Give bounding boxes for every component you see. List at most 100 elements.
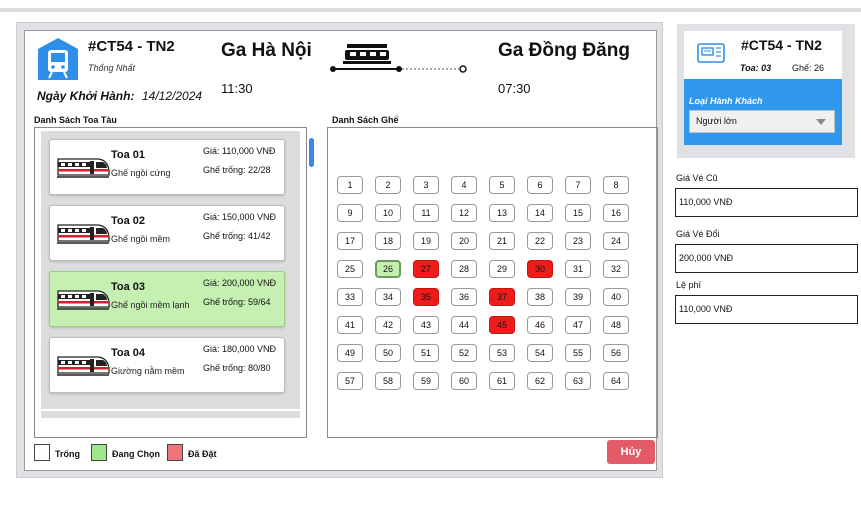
ticket-coach: Toa: 03 [740,63,772,73]
seat-3[interactable]: 3 [413,176,439,194]
coach-list-scrollbar[interactable] [309,138,314,167]
seat-16[interactable]: 16 [603,204,629,222]
seat-26[interactable]: 26 [375,260,401,278]
seat-32[interactable]: 32 [603,260,629,278]
train-car-icon [56,285,110,311]
departure-station: Ga Hà Nội [221,40,312,61]
seat-11[interactable]: 11 [413,204,439,222]
seat-13[interactable]: 13 [489,204,515,222]
seat-15[interactable]: 15 [565,204,591,222]
cancel-button[interactable]: Hủy [607,440,655,464]
seat-33[interactable]: 33 [337,288,363,306]
old-price-field: 110,000 VNĐ [675,188,858,217]
coach-free-seats: Ghế trống: 80/80 [203,363,271,373]
seat-39[interactable]: 39 [565,288,591,306]
passenger-type-select[interactable]: Người lớn [689,110,835,133]
seat-18[interactable]: 18 [375,232,401,250]
coach-card[interactable]: Toa 02 Ghế ngồi mềm Giá: 150,000 VNĐ Ghế tr… [49,205,285,261]
seat-8[interactable]: 8 [603,176,629,194]
seat-59[interactable]: 59 [413,372,439,390]
coach-card[interactable]: Toa 04 Giường nằm mềm Giá: 180,000 VNĐ Ghế … [49,337,285,393]
seat-grid: 1 2 3 4 5 6 7 8 9 10 11 12 13 14 15 16 17 18 19 20 21 22 23 24 2… [327,127,658,438]
seat-42[interactable]: 42 [375,316,401,334]
seat-63[interactable]: 63 [565,372,591,390]
seat-9[interactable]: 9 [337,204,363,222]
seat-55[interactable]: 55 [565,344,591,362]
legend-booked-swatch [167,444,183,461]
seat-12[interactable]: 12 [451,204,477,222]
seat-64[interactable]: 64 [603,372,629,390]
departure-date-label: Ngày Khởi Hành: [37,89,135,103]
seat-29[interactable]: 29 [489,260,515,278]
seat-22[interactable]: 22 [527,232,553,250]
seat-36[interactable]: 36 [451,288,477,306]
seat-34[interactable]: 34 [375,288,401,306]
seat-40[interactable]: 40 [603,288,629,306]
seat-52[interactable]: 52 [451,344,477,362]
seat-28[interactable]: 28 [451,260,477,278]
seat-10[interactable]: 10 [375,204,401,222]
seat-1[interactable]: 1 [337,176,363,194]
seat-50[interactable]: 50 [375,344,401,362]
seat-56[interactable]: 56 [603,344,629,362]
coach-card[interactable]: Toa 03 Ghế ngồi mềm lạnh Giá: 200,000 VNĐ G… [49,271,285,327]
coach-free-seats: Ghế trống: 22/28 [203,165,271,175]
seat-43[interactable]: 43 [413,316,439,334]
seat-24[interactable]: 24 [603,232,629,250]
coach-name: Toa 01 [111,149,146,161]
seat-54[interactable]: 54 [527,344,553,362]
ticket-trip-code: #CT54 - TN2 [741,37,822,53]
seat-51[interactable]: 51 [413,344,439,362]
seat-7[interactable]: 7 [565,176,591,194]
legend-booked-label: Đã Đặt [188,449,217,459]
seat-17[interactable]: 17 [337,232,363,250]
fee-label: Lệ phí [676,280,702,290]
passenger-type-value: Người lớn [696,116,737,126]
train-car-icon [56,219,110,245]
route-train-icon [330,44,467,73]
seat-58[interactable]: 58 [375,372,401,390]
coach-list-scroll-area[interactable]: Toa 01 Ghế ngồi cứng Giá: 110,000 VNĐ Ghế t… [41,131,300,409]
seat-31[interactable]: 31 [565,260,591,278]
seat-48[interactable]: 48 [603,316,629,334]
coach-type: Ghế ngồi mềm [111,234,171,244]
seat-53[interactable]: 53 [489,344,515,362]
seat-25[interactable]: 25 [337,260,363,278]
seat-46[interactable]: 46 [527,316,553,334]
seat-selection-panel: #CT54 - TN2 Thống Nhất Ga Hà Nội Ga Đồng… [16,22,663,478]
seat-4[interactable]: 4 [451,176,477,194]
seat-20[interactable]: 20 [451,232,477,250]
seat-47[interactable]: 47 [565,316,591,334]
seat-49[interactable]: 49 [337,344,363,362]
seat-61[interactable]: 61 [489,372,515,390]
seat-21[interactable]: 21 [489,232,515,250]
coach-list: Toa 01 Ghế ngồi cứng Giá: 110,000 VNĐ Ghế t… [34,127,314,438]
departure-time: 11:30 [221,81,253,96]
seat-60[interactable]: 60 [451,372,477,390]
seat-14[interactable]: 14 [527,204,553,222]
train-car-icon [56,153,110,179]
coach-card[interactable]: Toa 01 Ghế ngồi cứng Giá: 110,000 VNĐ Ghế t… [49,139,285,195]
coach-list-title: Danh Sách Toa Tàu [34,115,117,125]
seat-19[interactable]: 19 [413,232,439,250]
legend-empty-label: Trống [55,449,80,459]
seat-6[interactable]: 6 [527,176,553,194]
coach-type: Ghế ngồi mềm lạnh [111,300,190,310]
coach-price: Giá: 150,000 VNĐ [203,212,277,222]
coach-free-seats: Ghế trống: 59/64 [203,297,271,307]
seat-selection-content: #CT54 - TN2 Thống Nhất Ga Hà Nội Ga Đồng… [24,30,658,471]
seat-45: 45 [489,316,515,334]
new-price-field: 200,000 VNĐ [675,244,858,273]
coach-type: Giường nằm mềm [111,366,185,376]
legend-selecting-swatch [91,444,107,461]
seat-57[interactable]: 57 [337,372,363,390]
seat-23[interactable]: 23 [565,232,591,250]
seat-5[interactable]: 5 [489,176,515,194]
seat-62[interactable]: 62 [527,372,553,390]
coach-type: Ghế ngồi cứng [111,168,171,178]
ticket-icon [697,43,725,63]
seat-41[interactable]: 41 [337,316,363,334]
seat-2[interactable]: 2 [375,176,401,194]
seat-38[interactable]: 38 [527,288,553,306]
seat-44[interactable]: 44 [451,316,477,334]
